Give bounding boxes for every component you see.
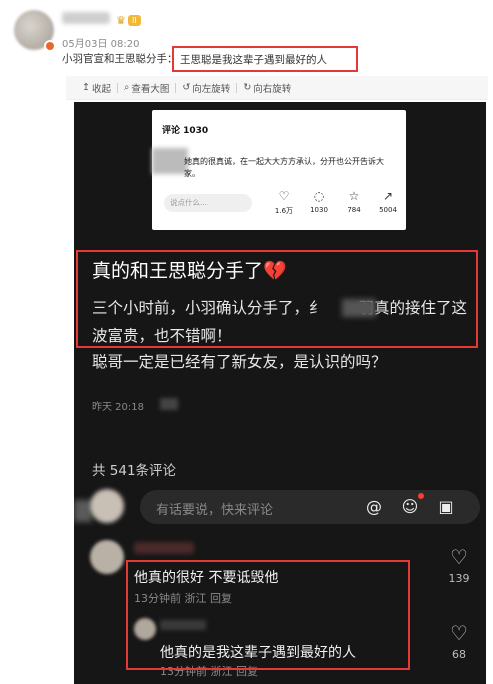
card-avatar — [152, 148, 188, 174]
heart-icon: ♡ — [450, 621, 468, 645]
card-share-stat: ↗ 5004 — [374, 189, 402, 215]
image-icon[interactable]: ▣ — [434, 495, 458, 519]
card-title: 评论 1030 — [162, 126, 209, 136]
share-icon: ↗ — [382, 189, 394, 203]
view-large-label: 查看大图 — [131, 83, 170, 95]
view-large-button[interactable]: ⌕ 查看大图 — [120, 81, 173, 95]
at-icon[interactable]: @ — [362, 495, 386, 519]
rotate-left-button[interactable]: ↺ 向左旋转 — [178, 81, 234, 95]
card-comment-text: 她真的很真诚，在一起大大方方承认，分开也公开告诉大家。 — [184, 157, 384, 178]
like-count: 68 — [452, 648, 466, 661]
card-star-stat: ☆ 784 — [340, 189, 368, 215]
card-comment-count: 1030 — [310, 206, 328, 214]
highlight-box — [126, 560, 410, 670]
card-comment-input: 说点什么... — [164, 194, 252, 212]
post-text: 小羽官宣和王思聪分手： — [62, 53, 178, 65]
comment-input[interactable]: 有话要说，快来评论 @ ☺ ▣ — [140, 490, 480, 524]
comment-icon: ◌ — [313, 189, 325, 203]
level-badge: II — [128, 15, 141, 26]
like-button[interactable]: ♡ 68 — [444, 622, 474, 661]
embedded-comment-card: 评论 1030 她真的很真诚，在一起大大方方承认，分开也公开告诉大家。 说点什么… — [152, 110, 406, 230]
heart-icon: ♡ — [450, 545, 468, 569]
main-body-question: 聪哥一定是已经有了新女友，是认识的吗？ — [92, 353, 387, 371]
blurred-text — [160, 398, 178, 410]
image-toolbar: ↥ 收起 ⌕ 查看大图 ↺ 向左旋转 ↻ 向右旋转 — [66, 76, 488, 100]
card-like-count: 1.6万 — [274, 207, 294, 215]
card-star-count: 784 — [347, 206, 361, 214]
comment-input-placeholder: 有话要说，快来评论 — [156, 503, 274, 518]
post-date: 05月03日 08:20 — [62, 39, 140, 50]
my-avatar — [90, 489, 124, 523]
author-name[interactable] — [62, 12, 110, 24]
emoji-icon[interactable]: ☺ — [398, 495, 422, 519]
like-button[interactable]: ♡ 139 — [444, 546, 474, 585]
rotate-right-label: 向右旋转 — [253, 83, 292, 95]
like-count: 139 — [448, 572, 470, 585]
highlight-box — [172, 46, 358, 72]
notification-dot — [418, 493, 424, 499]
card-like-stat: ♡ 1.6万 — [270, 190, 298, 216]
commenter-avatar[interactable] — [90, 540, 124, 574]
collapse-label: 收起 — [91, 83, 111, 95]
crown-icon: ♛ — [116, 14, 126, 27]
rotate-right-icon: ↻ — [243, 82, 252, 93]
search-icon: ⌕ — [123, 82, 130, 93]
comment-count: 共 541条评论 — [92, 463, 177, 479]
collapse-icon: ↥ — [82, 82, 90, 93]
collapse-button[interactable]: ↥ 收起 — [78, 81, 115, 95]
divider — [175, 82, 177, 93]
post-page: ♛ II 05月03日 08:20 小羽官宣和王思聪分手： 王思聪是我这辈子遇到… — [0, 0, 493, 684]
heart-icon: ♡ — [278, 189, 290, 203]
card-comment-stat: ◌ 1030 — [305, 189, 333, 215]
rotate-left-label: 向左旋转 — [192, 83, 231, 95]
verified-badge-icon — [44, 40, 56, 52]
divider — [116, 82, 118, 93]
rotate-right-button[interactable]: ↻ 向右旋转 — [239, 81, 295, 95]
card-share-count: 5004 — [379, 206, 397, 214]
post-time: 昨天 20:18 — [92, 402, 144, 413]
rotate-left-icon: ↺ — [182, 82, 191, 93]
star-icon: ☆ — [348, 189, 360, 203]
highlight-box — [76, 250, 478, 348]
commenter-name[interactable] — [134, 542, 194, 554]
divider — [236, 82, 238, 93]
post-image[interactable]: 评论 1030 她真的很真诚，在一起大大方方承认，分开也公开告诉大家。 说点什么… — [74, 102, 486, 684]
